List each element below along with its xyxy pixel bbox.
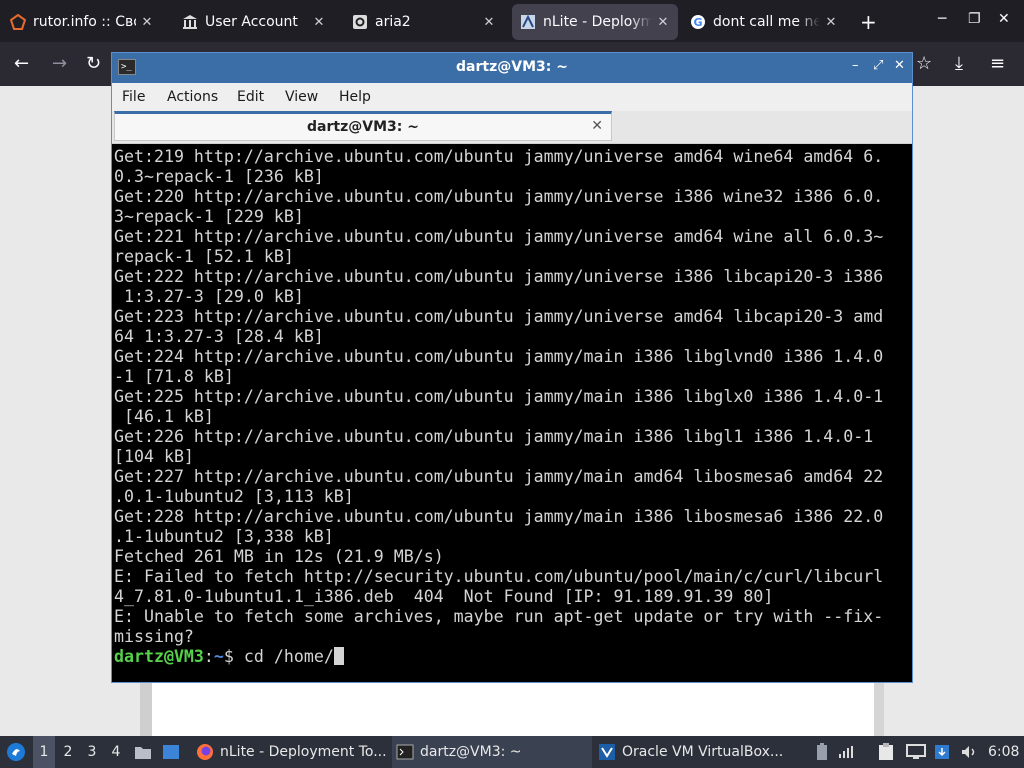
close-icon[interactable]: ✕ <box>482 15 496 30</box>
tray-item[interactable] <box>878 736 898 768</box>
tray-item[interactable] <box>816 736 834 768</box>
browser-tab-bar: rutor.info :: Своб ✕ User Account ✕ aria… <box>0 0 1024 42</box>
update-icon <box>935 745 949 759</box>
browser-tab-google[interactable]: G dont call me nez ✕ <box>682 4 846 40</box>
virtualbox-icon <box>598 743 616 761</box>
tray-item[interactable] <box>960 736 982 768</box>
menu-edit[interactable]: Edit <box>237 89 264 105</box>
close-icon[interactable]: ✕ <box>591 118 603 134</box>
taskbar-task-virtualbox[interactable]: Oracle VM VirtualBox... <box>594 736 794 768</box>
close-icon[interactable]: ✕ <box>656 15 670 30</box>
aria2-icon <box>352 14 368 30</box>
terminal-icon <box>396 743 414 761</box>
terminal-titlebar[interactable]: >_ dartz@VM3: ~ – ⤢ ✕ <box>112 53 912 83</box>
network-icon <box>839 746 853 758</box>
new-tab-button[interactable]: + <box>860 10 877 34</box>
downloads-button[interactable]: ⤓ <box>955 53 963 74</box>
clipboard-icon <box>879 743 893 760</box>
nlite-icon <box>520 14 536 30</box>
menu-help[interactable]: Help <box>339 89 371 105</box>
close-icon[interactable]: ✕ <box>824 15 838 30</box>
terminal-tab-bar: dartz@VM3: ~ ✕ <box>112 111 912 144</box>
browser-tab-aria2[interactable]: aria2 ✕ <box>344 4 504 40</box>
terminal-maximize-button[interactable]: ⤢ <box>873 58 883 73</box>
terminal-output-area[interactable]: Get:219 http://archive.ubuntu.com/ubuntu… <box>114 147 910 681</box>
command-input[interactable]: cd /home/ <box>234 647 334 666</box>
window-close-button[interactable]: ✕ <box>998 11 1010 27</box>
tray-item[interactable] <box>906 736 928 768</box>
clock[interactable]: 6:08 <box>988 736 1022 768</box>
bank-icon <box>182 14 198 30</box>
terminal-window: >_ dartz@VM3: ~ – ⤢ ✕ File Actions Edit … <box>111 52 913 683</box>
prompt-separator: : <box>203 647 214 666</box>
tray-item[interactable] <box>838 736 860 768</box>
workspace-4[interactable]: 4 <box>105 736 127 768</box>
start-menu-icon <box>7 743 25 761</box>
task-title: nLite - Deployment To... <box>220 744 387 760</box>
page-element <box>152 682 874 736</box>
window-minimize-button[interactable]: ─ <box>938 11 946 27</box>
forward-button[interactable]: → <box>52 53 67 74</box>
menu-view[interactable]: View <box>285 89 318 105</box>
tab-title: aria2 <box>375 14 411 30</box>
page-element <box>874 682 884 736</box>
menu-file[interactable]: File <box>122 89 145 105</box>
terminal-close-button[interactable]: ✕ <box>894 58 905 73</box>
tab-title: User Account <box>205 14 298 30</box>
folder-icon <box>135 747 151 759</box>
task-title: dartz@VM3: ~ <box>420 744 522 760</box>
svg-text:G: G <box>693 16 702 29</box>
task-title: Oracle VM VirtualBox... <box>622 744 784 760</box>
back-button[interactable]: ← <box>14 53 29 74</box>
close-icon[interactable]: ✕ <box>140 15 154 30</box>
show-desktop-button[interactable] <box>162 736 184 768</box>
taskbar-task-firefox[interactable]: nLite - Deployment To... <box>192 736 392 768</box>
desktop-icon <box>163 745 179 759</box>
tab-title: dont call me nez <box>713 14 820 30</box>
bookmark-star-icon[interactable]: ☆ <box>916 53 932 74</box>
reload-button[interactable]: ↻ <box>86 53 101 74</box>
workspace-2[interactable]: 2 <box>57 736 79 768</box>
tab-title: rutor.info :: Своб <box>33 14 136 30</box>
battery-icon <box>817 743 827 760</box>
terminal-output-text: Get:219 http://archive.ubuntu.com/ubuntu… <box>114 147 884 646</box>
close-icon[interactable]: ✕ <box>312 15 326 30</box>
window-maximize-button[interactable]: ❐ <box>968 11 981 27</box>
firefox-icon <box>196 743 214 761</box>
taskbar-task-terminal[interactable]: dartz@VM3: ~ <box>392 736 592 768</box>
prompt-symbol: $ <box>223 647 234 666</box>
workspace-1[interactable]: 1 <box>33 736 55 768</box>
display-icon <box>906 744 926 759</box>
prompt-path: ~ <box>213 647 224 666</box>
page-element <box>140 682 152 736</box>
terminal-window-title: dartz@VM3: ~ <box>456 59 568 75</box>
app-menu-button[interactable]: ≡ <box>990 53 1005 74</box>
tab-title: nLite - Deployme <box>543 14 652 30</box>
browser-tab-user-account[interactable]: User Account ✕ <box>174 4 334 40</box>
terminal-output: Get:219 http://archive.ubuntu.com/ubuntu… <box>114 147 910 667</box>
browser-tab-rutor[interactable]: rutor.info :: Своб ✕ <box>2 4 162 40</box>
volume-icon <box>962 746 975 758</box>
terminal-tab[interactable]: dartz@VM3: ~ ✕ <box>114 111 612 141</box>
menu-actions[interactable]: Actions <box>167 89 218 105</box>
browser-tab-nlite[interactable]: nLite - Deployme ✕ <box>512 4 678 40</box>
tray-item[interactable] <box>934 736 954 768</box>
terminal-tab-label: dartz@VM3: ~ <box>307 119 419 135</box>
google-icon: G <box>690 14 706 30</box>
terminal-minimize-button[interactable]: – <box>852 58 859 73</box>
terminal-menubar: File Actions Edit View Help <box>112 83 912 111</box>
text-cursor <box>333 647 344 665</box>
file-manager-launcher[interactable] <box>134 736 154 768</box>
workspace-3[interactable]: 3 <box>81 736 103 768</box>
prompt-user: dartz@VM3 <box>114 647 204 666</box>
rutor-icon <box>10 14 26 30</box>
taskbar: 1 2 3 4 nLite - Deployment To... dartz@V… <box>0 736 1024 768</box>
start-menu-button[interactable] <box>4 736 28 768</box>
